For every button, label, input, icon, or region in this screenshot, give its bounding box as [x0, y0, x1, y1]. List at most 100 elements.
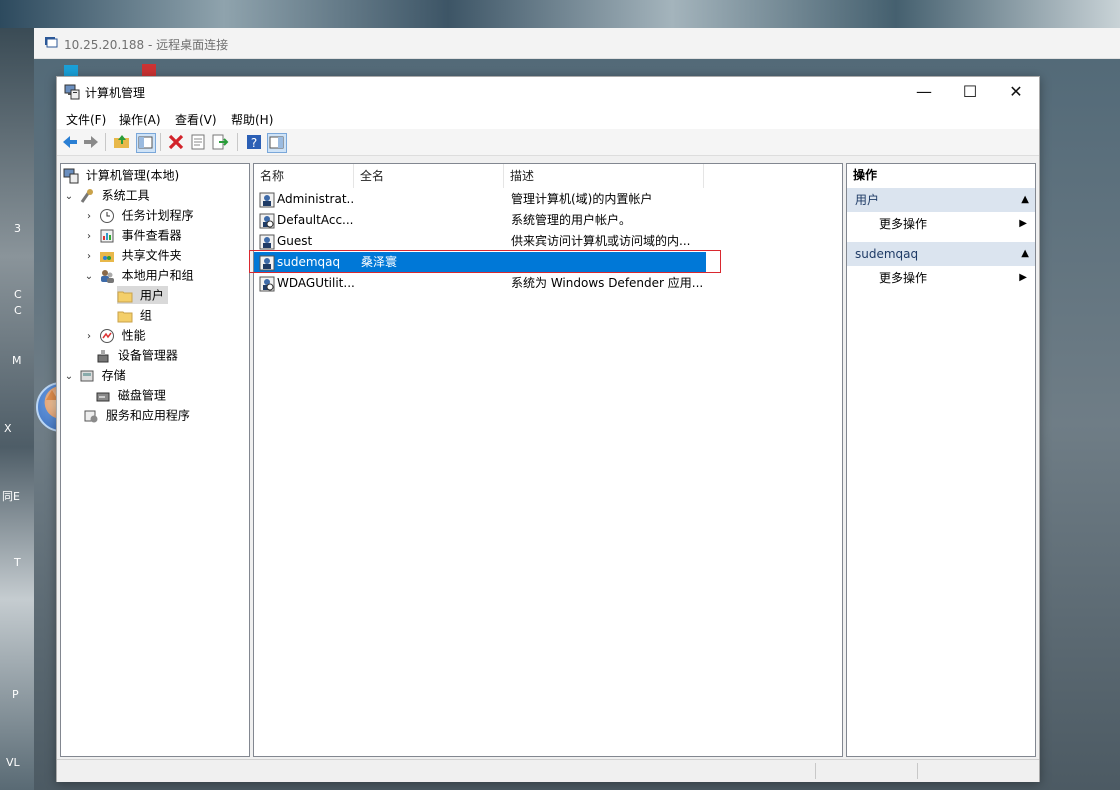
device-manager-icon — [97, 349, 109, 362]
tree-label: 存储 — [101, 368, 126, 383]
storage-icon — [80, 370, 94, 381]
rdp-title-bar[interactable]: 10.25.20.188 - 远程桌面连接 — [34, 28, 1120, 59]
menu-file[interactable]: 文件(F) — [66, 111, 106, 128]
tree-label: 本地用户和组 — [121, 268, 194, 283]
tree-node-storage[interactable]: ⌄ 存储 — [63, 366, 126, 384]
tree-node-task-scheduler[interactable]: › 任务计划程序 — [83, 206, 194, 224]
tree-node-event-viewer[interactable]: › 事件查看器 — [83, 226, 182, 244]
column-header-description[interactable]: 描述 — [504, 164, 704, 188]
actions-pane: 操作 用户 ▲ 更多操作 ▶ sudemqaq ▲ 更多操作 ▶ — [846, 163, 1036, 757]
collapse-up-icon[interactable]: ▲ — [1021, 242, 1029, 266]
tree-node-groups[interactable]: 组 — [117, 306, 152, 324]
up-folder-icon[interactable] — [113, 133, 131, 151]
console-tree-pane: 计算机管理(本地) ⌄ 系统工具 › 任务计划程序 › 事件查看器 › 共享文件… — [60, 163, 250, 757]
collapse-up-icon[interactable]: ▲ — [1021, 188, 1029, 212]
user-name: WDAGUtilit... — [277, 276, 355, 290]
desktop-wallpaper-left: 3 C C M X 同E T P VL — [0, 28, 34, 790]
desktop-fragment: C — [14, 304, 22, 317]
chevron-down-icon[interactable]: ⌄ — [63, 188, 75, 206]
tree-node-disk-management[interactable]: 磁盘管理 — [95, 386, 166, 404]
highlight-annotation-box — [249, 250, 721, 273]
tree-label: 用户 — [139, 288, 164, 303]
status-divider — [917, 763, 918, 779]
desktop-fragment: T — [14, 556, 21, 569]
tree-label: 性能 — [121, 328, 146, 343]
actions-section-selected-user[interactable]: sudemqaq ▲ — [847, 242, 1035, 266]
user-row[interactable]: Guest 供来宾访问计算机或访问域的内... — [254, 231, 706, 252]
column-header-name[interactable]: 名称 — [254, 164, 354, 188]
menu-view[interactable]: 查看(V) — [175, 111, 217, 128]
menu-help[interactable]: 帮助(H) — [231, 111, 273, 128]
user-icon — [259, 192, 275, 208]
chevron-down-icon[interactable]: ⌄ — [63, 368, 75, 386]
minimize-button[interactable]: — — [901, 77, 947, 107]
folder-icon — [117, 291, 133, 302]
tree-root[interactable]: 计算机管理(本地) — [63, 166, 179, 184]
column-header-fullname[interactable]: 全名 — [354, 164, 504, 188]
help-icon[interactable]: ? — [245, 133, 263, 151]
section-label: sudemqaq — [855, 247, 919, 261]
computer-management-icon — [64, 84, 80, 100]
shared-folder-icon — [99, 251, 114, 262]
tree-label: 服务和应用程序 — [105, 408, 190, 423]
tree-label: 系统工具 — [101, 188, 150, 203]
svg-text:?: ? — [251, 136, 257, 150]
section-label: 用户 — [855, 193, 880, 207]
forward-arrow-icon[interactable] — [82, 133, 100, 151]
tree-label: 共享文件夹 — [121, 248, 182, 263]
toolbar: ? — [57, 129, 1039, 156]
desktop-fragment: M — [12, 354, 22, 367]
chevron-right-icon[interactable]: › — [83, 228, 95, 246]
show-action-pane-icon[interactable] — [267, 133, 287, 153]
tree-node-local-users-groups[interactable]: ⌄ 本地用户和组 — [83, 266, 194, 284]
chevron-down-icon[interactable]: ⌄ — [83, 268, 95, 286]
user-icon — [259, 234, 275, 250]
more-actions-item[interactable]: 更多操作 ▶ — [847, 212, 1035, 236]
tree-node-users[interactable]: 用户 — [117, 286, 168, 304]
tools-icon — [80, 188, 93, 203]
tree-node-shared-folders[interactable]: › 共享文件夹 — [83, 246, 182, 264]
delete-icon[interactable] — [167, 133, 185, 151]
user-row[interactable]: WDAGUtilit... 系统为 Windows Defender 应用... — [254, 273, 706, 294]
tree-label: 设备管理器 — [117, 348, 178, 363]
toolbar-separator — [105, 133, 106, 151]
computer-management-icon — [63, 168, 79, 183]
status-divider — [815, 763, 816, 779]
tree-node-device-manager[interactable]: 设备管理器 — [95, 346, 178, 364]
close-button[interactable]: ✕ — [993, 77, 1039, 107]
toolbar-separator — [160, 133, 161, 151]
tree-node-performance[interactable]: › 性能 — [83, 326, 146, 344]
user-name: Administrat... — [277, 192, 355, 206]
desktop-fragment: VL — [6, 756, 20, 769]
menu-action[interactable]: 操作(A) — [119, 111, 161, 128]
chevron-right-icon[interactable]: › — [83, 208, 95, 226]
tree-label: 任务计划程序 — [121, 208, 194, 223]
back-arrow-icon[interactable] — [61, 133, 79, 151]
properties-icon[interactable] — [189, 133, 207, 151]
user-description: 管理计算机(域)的内置帐户 — [511, 192, 653, 206]
actions-section-users[interactable]: 用户 ▲ — [847, 188, 1035, 212]
tree-node-system-tools[interactable]: ⌄ 系统工具 — [63, 186, 150, 204]
desktop-fragment: X — [4, 422, 12, 435]
folder-icon — [117, 311, 133, 322]
desktop-wallpaper-top — [0, 0, 1120, 28]
maximize-button[interactable]: ☐ — [947, 77, 993, 107]
desktop-fragment: C — [14, 288, 22, 301]
users-group-icon — [100, 269, 114, 283]
user-row[interactable]: Administrat... 管理计算机(域)的内置帐户 — [254, 189, 706, 210]
tree-node-services-apps[interactable]: 服务和应用程序 — [83, 406, 190, 424]
window-title-bar[interactable]: 计算机管理 — ☐ ✕ — [57, 77, 1039, 107]
performance-icon — [99, 328, 114, 343]
desktop-fragment: 同E — [2, 490, 20, 503]
tree-label: 计算机管理(本地) — [85, 168, 180, 183]
actions-header: 操作 — [853, 168, 878, 182]
chevron-right-icon[interactable]: › — [83, 328, 95, 346]
more-actions-item[interactable]: 更多操作 ▶ — [847, 266, 1035, 290]
computer-management-window: 计算机管理 — ☐ ✕ 文件(F) 操作(A) 查看(V) 帮助(H) ? 计算… — [56, 76, 1040, 782]
desktop-fragment: P — [12, 688, 19, 701]
user-row[interactable]: DefaultAcc... 系统管理的用户帐户。 — [254, 210, 706, 231]
user-name: DefaultAcc... — [277, 213, 354, 227]
export-list-icon[interactable] — [211, 133, 229, 151]
chevron-right-icon[interactable]: › — [83, 248, 95, 266]
show-hide-console-tree-icon[interactable] — [136, 133, 156, 153]
